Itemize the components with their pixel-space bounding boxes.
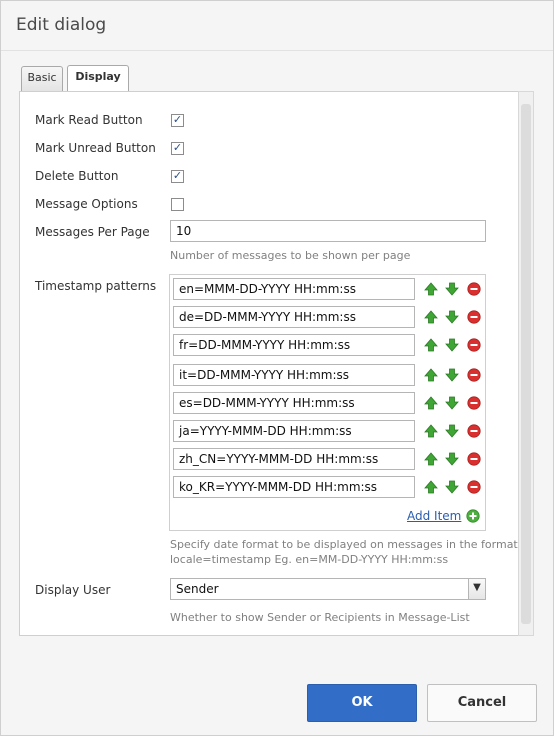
mark-unread-label: Mark Unread Button [35,141,156,155]
remove-icon[interactable] [467,396,481,410]
pattern-input[interactable]: de=DD-MMM-YYYY HH:mm:ss [173,306,415,328]
move-down-icon[interactable] [445,480,459,494]
pattern-input[interactable]: it=DD-MMM-YYYY HH:mm:ss [173,364,415,386]
messages-per-page-label: Messages Per Page [35,225,150,239]
messages-per-page-hint: Number of messages to be shown per page [170,249,411,262]
remove-icon[interactable] [467,452,481,466]
delete-button-label: Delete Button [35,169,119,183]
remove-icon[interactable] [467,480,481,494]
ok-button[interactable]: OK [307,684,417,722]
edit-dialog: Edit dialog Basic Display Mark Read Butt… [0,0,554,736]
add-item-icon[interactable] [466,509,480,523]
cancel-button[interactable]: Cancel [427,684,537,722]
message-options-checkbox[interactable] [171,198,184,211]
pattern-input[interactable]: zh_CN=YYYY-MMM-DD HH:mm:ss [173,448,415,470]
chevron-down-icon[interactable]: ▼ [468,579,485,599]
move-down-icon[interactable] [445,424,459,438]
dialog-title: Edit dialog [16,15,107,35]
display-user-select[interactable]: Sender ▼ [170,578,486,600]
tab-basic[interactable]: Basic [21,66,63,91]
timestamp-patterns-label: Timestamp patterns [35,279,157,293]
display-user-hint: Whether to show Sender or Recipients in … [170,611,470,624]
display-user-value: Sender [176,582,219,596]
move-down-icon[interactable] [445,452,459,466]
move-up-icon[interactable] [424,396,438,410]
pattern-input[interactable]: en=MMM-DD-YYYY HH:mm:ss [173,278,415,300]
remove-icon[interactable] [467,338,481,352]
pattern-input[interactable]: es=DD-MMM-YYYY HH:mm:ss [173,392,415,414]
move-up-icon[interactable] [424,452,438,466]
remove-icon[interactable] [467,424,481,438]
move-up-icon[interactable] [424,338,438,352]
remove-icon[interactable] [467,282,481,296]
pattern-input[interactable]: fr=DD-MMM-YYYY HH:mm:ss [173,334,415,356]
move-down-icon[interactable] [445,282,459,296]
scrollbar-thumb[interactable] [521,104,531,624]
move-up-icon[interactable] [424,368,438,382]
move-up-icon[interactable] [424,310,438,324]
move-up-icon[interactable] [424,424,438,438]
move-down-icon[interactable] [445,396,459,410]
remove-icon[interactable] [467,368,481,382]
dialog-titlebar: Edit dialog [1,1,553,51]
panel-scrollbar[interactable] [518,91,534,636]
tab-strip: Basic Display [19,65,535,92]
display-user-label: Display User [35,583,111,597]
move-down-icon[interactable] [445,368,459,382]
mark-unread-checkbox[interactable]: ✓ [171,142,184,155]
pattern-input[interactable]: ja=YYYY-MMM-DD HH:mm:ss [173,420,415,442]
move-up-icon[interactable] [424,480,438,494]
mark-read-checkbox[interactable]: ✓ [171,114,184,127]
add-item-link[interactable]: Add Item [407,509,461,523]
mark-read-label: Mark Read Button [35,113,143,127]
remove-icon[interactable] [467,310,481,324]
messages-per-page-input[interactable]: 10 [170,220,486,242]
timestamp-hint-line-1: Specify date format to be displayed on m… [170,538,518,551]
tab-display[interactable]: Display [67,65,129,92]
pattern-input[interactable]: ko_KR=YYYY-MMM-DD HH:mm:ss [173,476,415,498]
message-options-label: Message Options [35,197,138,211]
move-down-icon[interactable] [445,310,459,324]
delete-button-checkbox[interactable]: ✓ [171,170,184,183]
move-up-icon[interactable] [424,282,438,296]
timestamp-hint-line-2: locale=timestamp Eg. en=MM-DD-YYYY HH:mm… [170,553,449,566]
move-down-icon[interactable] [445,338,459,352]
